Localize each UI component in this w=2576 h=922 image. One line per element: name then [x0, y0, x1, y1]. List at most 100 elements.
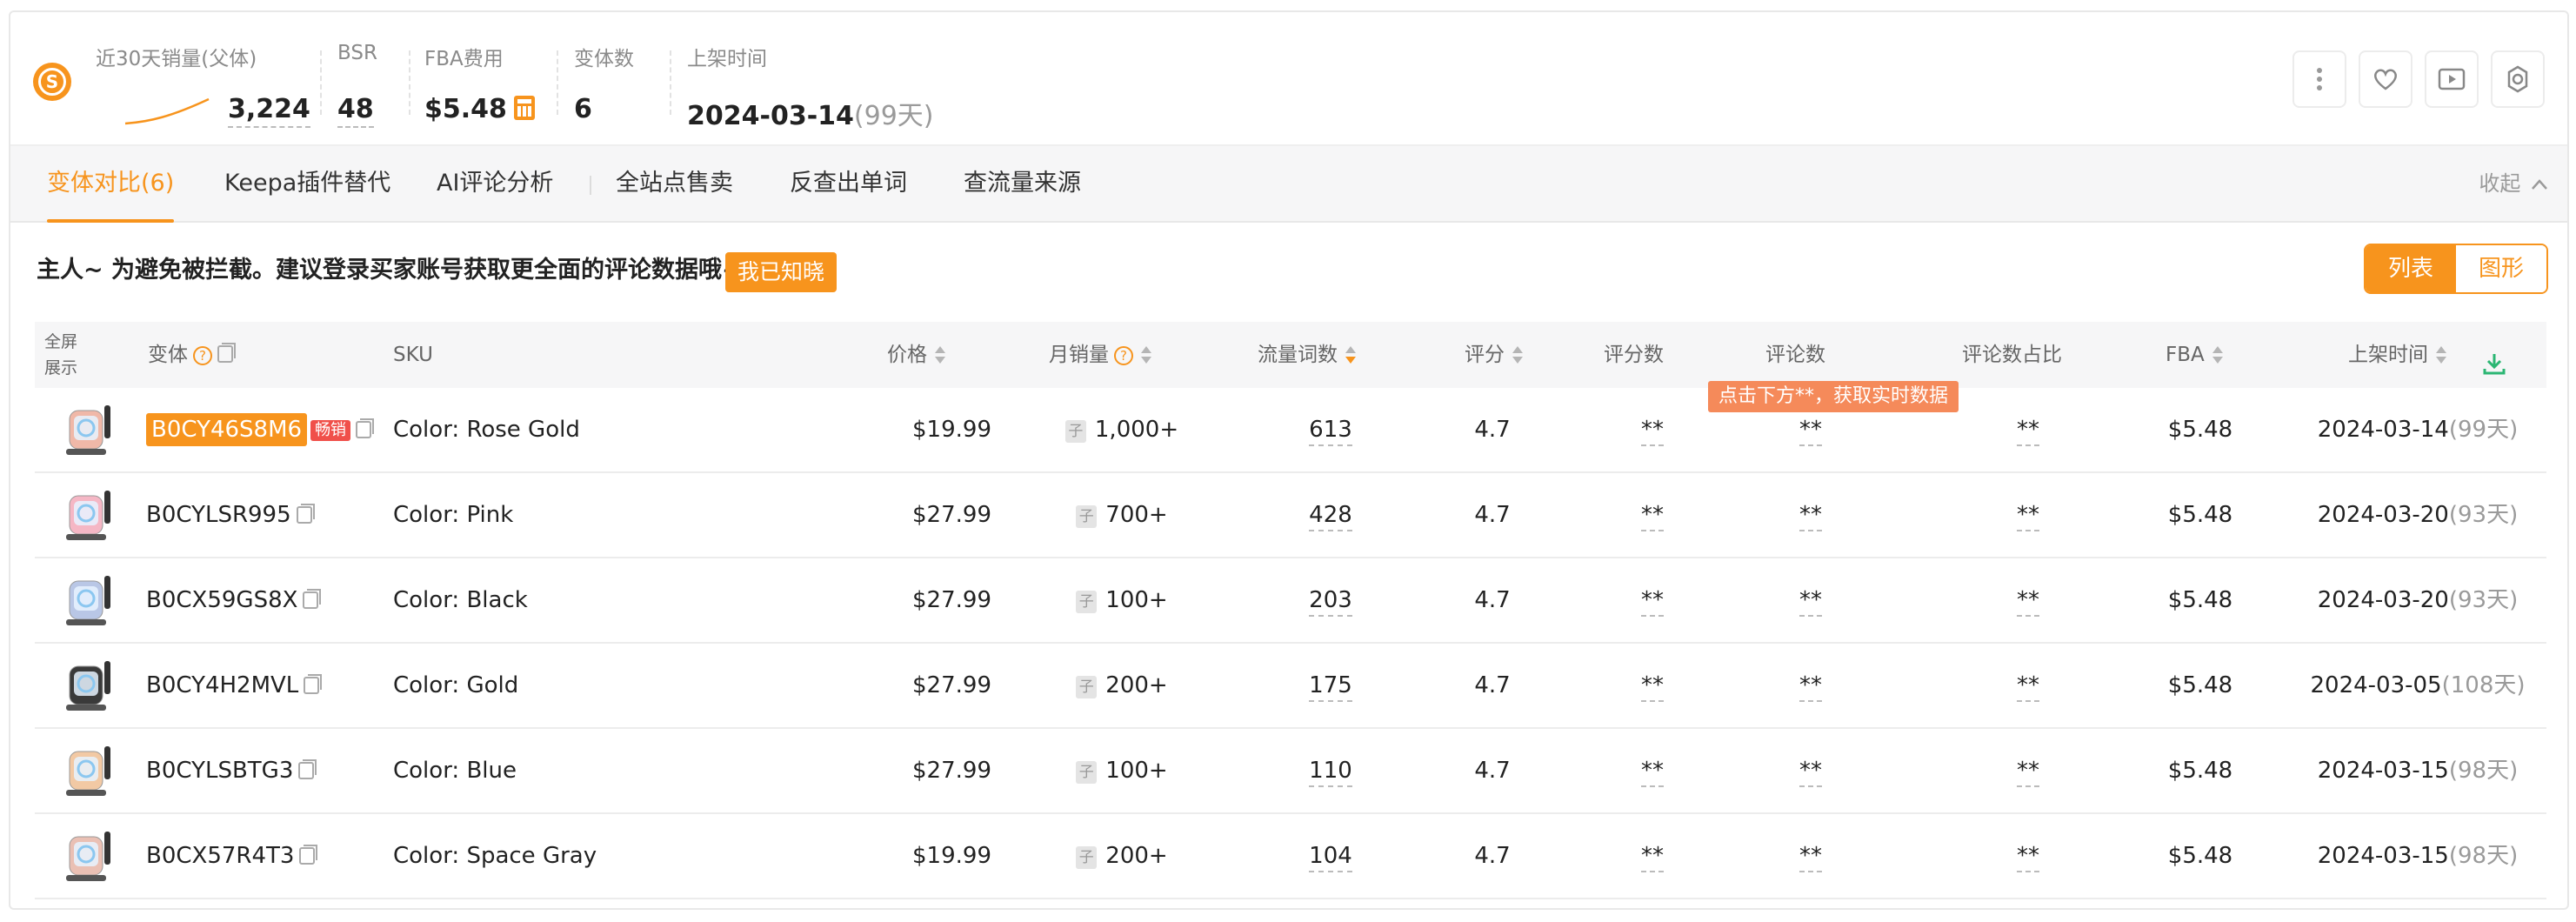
review-count-cell: **: [1750, 558, 1872, 642]
tab-all-sites[interactable]: 全站点售卖: [616, 146, 733, 223]
rating-count-link[interactable]: **: [1641, 587, 1664, 617]
sales-trend-icon[interactable]: 子: [1076, 676, 1098, 698]
traffic-words-link[interactable]: 175: [1309, 672, 1352, 702]
fba-amount: $5.48: [424, 94, 507, 124]
asin-link[interactable]: B0CYLSBTG3: [146, 758, 293, 784]
table-row[interactable]: B0CX57R4T3 Color: Space Gray $19.99 子 200+ 10…: [35, 814, 2546, 899]
traffic-words-link[interactable]: 203: [1309, 587, 1352, 617]
rating-count-cell: **: [1592, 558, 1713, 642]
col-price[interactable]: 价格: [887, 322, 945, 388]
help-circle-icon[interactable]: ?: [1114, 346, 1133, 365]
product-thumbnail[interactable]: [61, 654, 117, 717]
list-view-button[interactable]: 列表: [2366, 245, 2456, 292]
tab-keepa[interactable]: Keepa插件替代: [224, 146, 390, 223]
tab-variant-compare[interactable]: 变体对比(6): [47, 146, 175, 223]
table-row[interactable]: B0CX59GS8X Color: Black $27.99 子 100+ 203 4.7 *…: [35, 558, 2546, 644]
video-button[interactable]: [2425, 50, 2479, 108]
rating-count-link[interactable]: **: [1641, 672, 1664, 702]
graph-view-button[interactable]: 图形: [2456, 245, 2546, 292]
listed-days: (93天): [2448, 587, 2519, 613]
help-circle-icon[interactable]: ?: [193, 346, 212, 365]
asin-link[interactable]: B0CY46S8M6: [146, 413, 308, 446]
tab-traffic-source[interactable]: 查流量来源: [964, 146, 1081, 223]
sku-cell: Color: Blue: [393, 758, 517, 784]
col-listed-label: 上架时间: [2348, 344, 2428, 366]
download-icon[interactable]: [2482, 351, 2506, 376]
copy-icon[interactable]: [217, 343, 236, 363]
table-row[interactable]: B0CYLSBTG3 Color: Blue $27.99 子 100+ 110 4.7 **…: [35, 729, 2546, 814]
col-monthly-sales[interactable]: 月销量?: [1049, 322, 1151, 388]
listed-date: 2024-03-20: [2317, 502, 2449, 528]
fullscreen-toggle[interactable]: 全屏 展示: [35, 329, 87, 381]
review-count-link[interactable]: **: [1799, 672, 1822, 702]
traffic-words-link[interactable]: 428: [1309, 502, 1352, 531]
variant-asin-cell: B0CYLSBTG3: [146, 729, 317, 812]
copy-icon[interactable]: [296, 504, 315, 524]
sales-value: 1,000+: [1094, 417, 1179, 443]
sales-trend-icon[interactable]: 子: [1076, 761, 1098, 784]
view-toggle: 列表 图形: [2364, 244, 2548, 294]
settings-button[interactable]: [2491, 50, 2545, 108]
review-count-link[interactable]: **: [1799, 758, 1822, 787]
col-fba[interactable]: FBA: [2166, 322, 2223, 388]
asin-link[interactable]: B0CX59GS8X: [146, 587, 297, 613]
rating-count-link[interactable]: **: [1641, 758, 1664, 787]
product-thumbnail[interactable]: [61, 398, 117, 461]
copy-icon[interactable]: [304, 674, 323, 694]
product-thumbnail[interactable]: [61, 484, 117, 546]
review-ratio-link[interactable]: **: [2017, 587, 2039, 617]
review-ratio-link[interactable]: **: [2017, 843, 2039, 872]
review-ratio-link[interactable]: **: [2017, 502, 2039, 531]
fba-cell: $5.48: [2167, 758, 2233, 784]
review-count-link[interactable]: **: [1799, 843, 1822, 872]
asin-link[interactable]: B0CY4H2MVL: [146, 672, 298, 698]
more-button[interactable]: [2292, 50, 2346, 108]
copy-icon[interactable]: [298, 759, 317, 779]
review-ratio-cell: **: [1967, 388, 2089, 471]
review-count-link[interactable]: **: [1799, 417, 1822, 446]
asin-link[interactable]: B0CYLSR995: [146, 502, 291, 528]
review-ratio-link[interactable]: **: [2017, 417, 2039, 446]
sales-trend-icon[interactable]: 子: [1076, 505, 1098, 528]
product-thumbnail[interactable]: [61, 569, 117, 631]
copy-icon[interactable]: [356, 418, 375, 438]
traffic-words-link[interactable]: 110: [1309, 758, 1352, 787]
table-row[interactable]: B0CY4H2MVL Color: Gold $27.99 子 200+ 175 4.7 **…: [35, 644, 2546, 729]
review-count-link[interactable]: **: [1799, 587, 1822, 617]
tab-reverse-keywords[interactable]: 反查出单词: [790, 146, 907, 223]
fullscreen-line2: 展示: [43, 358, 77, 377]
col-traffic-words[interactable]: 流量词数: [1258, 322, 1356, 388]
col-rating[interactable]: 评分: [1465, 322, 1523, 388]
rating-count-link[interactable]: **: [1641, 502, 1664, 531]
acknowledge-button[interactable]: 我已知晓: [725, 252, 838, 292]
listed-date: 2024-03-05: [2310, 672, 2442, 698]
sales-value[interactable]: 3,224: [228, 94, 310, 128]
asin-link[interactable]: B0CX57R4T3: [146, 843, 294, 869]
fba-value: $5.48: [424, 94, 535, 124]
col-listed[interactable]: 上架时间: [2348, 322, 2446, 388]
play-icon: [2438, 68, 2466, 90]
product-thumbnail[interactable]: [61, 825, 117, 887]
review-count-link[interactable]: **: [1799, 502, 1822, 531]
sales-trend-icon[interactable]: 子: [1064, 420, 1086, 443]
favorite-button[interactable]: [2359, 50, 2412, 108]
tab-ai-review[interactable]: AI评论分析: [437, 146, 553, 223]
sales-trend-icon[interactable]: 子: [1076, 591, 1098, 613]
calculator-icon[interactable]: [513, 96, 535, 120]
collapse-button[interactable]: 收起: [2479, 146, 2548, 221]
table-row[interactable]: B0CY46S8M6 畅销 Color: Rose Gold $19.99 子 1,000…: [35, 388, 2546, 473]
fba-cell: $5.48: [2167, 502, 2233, 528]
copy-icon[interactable]: [303, 589, 322, 609]
traffic-words-link[interactable]: 613: [1309, 417, 1352, 446]
review-ratio-link[interactable]: **: [2017, 758, 2039, 787]
table-row[interactable]: B0CYLSR995 Color: Pink $27.99 子 700+ 428 4.7 **…: [35, 473, 2546, 558]
rating-count-link[interactable]: **: [1641, 843, 1664, 872]
bsr-value[interactable]: 48: [337, 94, 374, 128]
product-thumbnail[interactable]: [61, 739, 117, 802]
traffic-words-link[interactable]: 104: [1309, 843, 1352, 872]
sales-trend-icon[interactable]: 子: [1076, 846, 1098, 869]
copy-icon[interactable]: [299, 845, 318, 865]
review-ratio-link[interactable]: **: [2017, 672, 2039, 702]
rating-count-link[interactable]: **: [1641, 417, 1664, 446]
gear-icon: [2507, 65, 2528, 93]
